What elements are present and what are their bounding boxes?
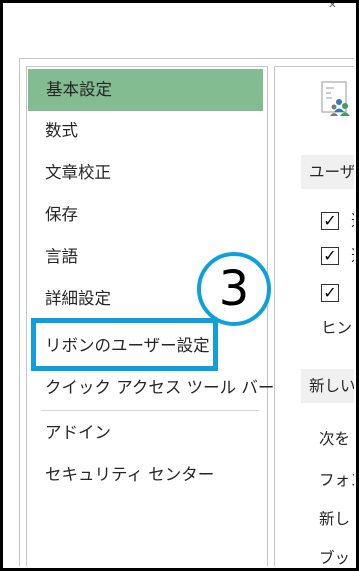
nav-item-label: セキュリティ センター [45,465,215,484]
option-line: 次を [319,430,351,448]
dialog-titlebar: ✕ [3,3,356,53]
checkbox-option-3[interactable]: ✓ [321,284,339,302]
nav-item-label: 数式 [45,121,78,140]
nav-item-label: 文章校正 [45,163,111,182]
nav-item-label: アドイン [45,423,111,442]
nav-item-general[interactable]: 基本設定 [28,69,263,111]
nav-item-label: 言語 [45,247,78,266]
nav-item-quick-access-toolbar[interactable]: クイック アクセス ツール バー [27,368,274,408]
nav-item-add-ins[interactable]: アドイン [27,413,265,453]
nav-item-customize-ribbon[interactable]: リボンのユーザー設定 [27,326,265,366]
option-line: ブッ [319,549,351,566]
users-options-icon [321,81,350,116]
checkbox-label: 選 [351,246,354,266]
options-content-panel: ユーザ ✓ 選 ✓ 選 ✓ リ ヒント 新しい 次を フォン 新し ブッ [274,66,354,566]
nav-item-formulas[interactable]: 数式 [27,111,265,151]
checkbox-option-2[interactable]: ✓ [321,247,339,265]
nav-item-label: 保存 [45,205,78,224]
checkbox-label: 選 [351,211,354,231]
nav-item-label: クイック アクセス ツール バー [45,378,275,397]
step-number-badge: 3 [197,252,271,326]
nav-item-label: 詳細設定 [45,289,111,308]
close-icon: ✕ [328,3,337,9]
nav-separator [41,410,259,411]
checkbox-option-1[interactable]: ✓ [321,212,339,230]
nav-item-label: 基本設定 [46,80,112,99]
section-header-new-workbook: 新しい [301,369,354,403]
nav-item-proofing[interactable]: 文章校正 [27,153,265,193]
nav-item-label: リボンのユーザー設定 [45,336,210,355]
hint-text: ヒント [321,319,354,337]
close-button[interactable]: ✕ [309,3,356,9]
nav-item-trust-center[interactable]: セキュリティ センター [27,455,265,495]
option-line: 新し [319,510,351,528]
checkbox-label: リ [351,283,354,303]
nav-item-save[interactable]: 保存 [27,195,265,235]
section-header-user-interface: ユーザ [301,155,354,189]
option-line: フォン [319,471,354,489]
